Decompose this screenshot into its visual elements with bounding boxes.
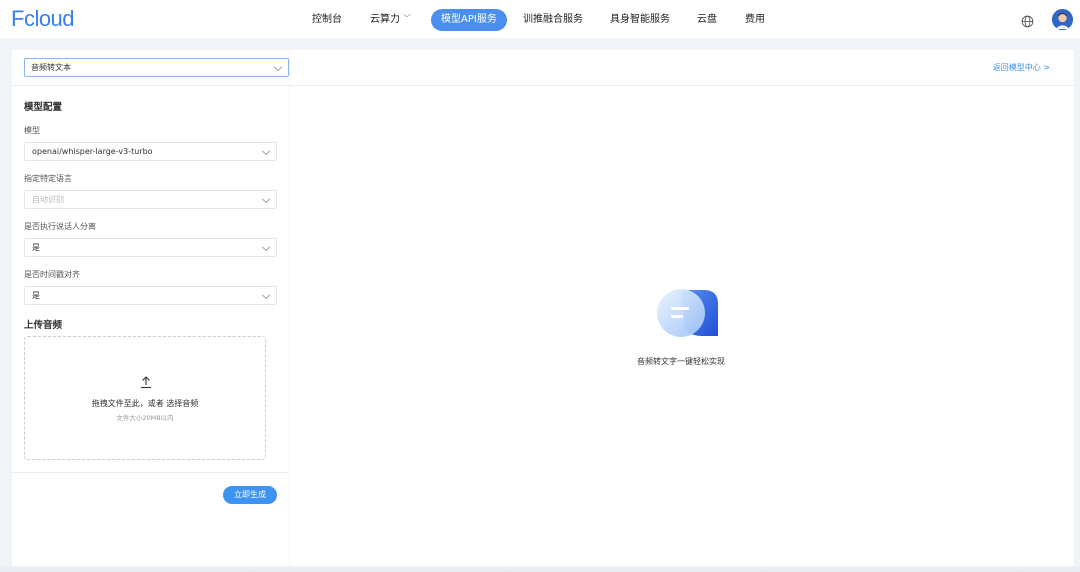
language-placeholder: 自动识别 <box>32 195 64 204</box>
chevron-down-icon <box>261 290 271 300</box>
nav-item-console[interactable]: 控制台 <box>312 9 342 31</box>
upload-prompt: 拖拽文件至此，或者 选择音频 <box>25 398 265 409</box>
upload-size-hint: 文件大小20MB以内 <box>116 414 174 422</box>
chat-bubble-icon <box>657 289 718 337</box>
timestamp-select[interactable]: 是 <box>24 286 277 305</box>
divider <box>290 85 1074 86</box>
model-label: 模型 <box>24 126 40 135</box>
user-avatar-icon <box>1052 9 1073 30</box>
generate-button[interactable]: 立即生成 <box>223 486 277 504</box>
nav-label: 云盘 <box>697 14 717 25</box>
chevron-down-icon <box>261 194 271 204</box>
select-audio-link[interactable]: 选择音频 <box>166 399 198 408</box>
chevron-down-icon <box>261 242 271 252</box>
language-label: 指定特定语言 <box>24 174 72 183</box>
upload-title: 上传音频 <box>24 320 63 331</box>
back-to-model-center-link[interactable]: 返回模型中心 > <box>993 62 1050 73</box>
model-value: openai/whisper-large-v3-turbo <box>32 147 153 156</box>
chevron-down-icon: ﹀ <box>403 14 411 23</box>
audio-upload-dropzone[interactable]: 拖拽文件至此，或者 选择音频 文件大小20MB以内 <box>24 336 266 460</box>
nav-item-cloud-disk[interactable]: 云盘 <box>697 9 717 31</box>
page-bottom-edge <box>0 566 1080 572</box>
result-panel: 返回模型中心 > 音频转文字一键轻松实现 <box>290 50 1074 572</box>
diarization-select[interactable]: 是 <box>24 238 277 257</box>
upload-icon <box>141 376 151 389</box>
nav-item-train-infer[interactable]: 训推融合服务 <box>523 9 583 31</box>
main-nav: 控制台 云算力 ﹀ 模型API服务 训推融合服务 具身智能服务 云盘 费用 <box>0 0 1080 38</box>
nav-item-billing[interactable]: 费用 <box>745 9 765 31</box>
nav-label: 训推融合服务 <box>523 14 583 25</box>
nav-item-embodied-ai[interactable]: 具身智能服务 <box>610 9 670 31</box>
chevron-down-icon <box>261 146 271 156</box>
model-select[interactable]: openai/whisper-large-v3-turbo <box>24 142 277 161</box>
timestamp-value: 是 <box>32 291 40 300</box>
upload-prompt-text: 拖拽文件至此，或者 <box>91 399 164 408</box>
empty-state-text: 音频转文字一键轻松实现 <box>637 357 725 366</box>
task-type-select[interactable]: 音频转文本 <box>24 58 289 77</box>
nav-item-compute[interactable]: 云算力 ﹀ <box>370 9 411 31</box>
config-panel: 音频转文本 模型配置 模型 openai/whisper-large-v3-tu… <box>12 50 289 572</box>
chevron-down-icon <box>273 62 283 72</box>
nav-label: 云算力 <box>370 14 400 25</box>
diarization-value: 是 <box>32 243 40 252</box>
task-type-value: 音频转文本 <box>31 63 71 72</box>
globe-icon[interactable] <box>1021 15 1034 28</box>
nav-label: 费用 <box>745 14 765 25</box>
top-header: Fcloud 控制台 云算力 ﹀ 模型API服务 训推融合服务 具身智能服务 云盘… <box>0 0 1080 38</box>
divider <box>12 85 289 86</box>
language-select[interactable]: 自动识别 <box>24 190 277 209</box>
divider <box>12 472 289 473</box>
avatar[interactable] <box>1052 9 1073 30</box>
nav-label: 控制台 <box>312 14 342 25</box>
nav-label: 模型API服务 <box>441 14 497 25</box>
nav-item-model-api[interactable]: 模型API服务 <box>431 9 507 31</box>
nav-label: 具身智能服务 <box>610 14 670 25</box>
timestamp-label: 是否时间戳对齐 <box>24 270 80 279</box>
diarization-label: 是否执行说话人分离 <box>24 222 96 231</box>
config-title: 模型配置 <box>24 102 63 113</box>
